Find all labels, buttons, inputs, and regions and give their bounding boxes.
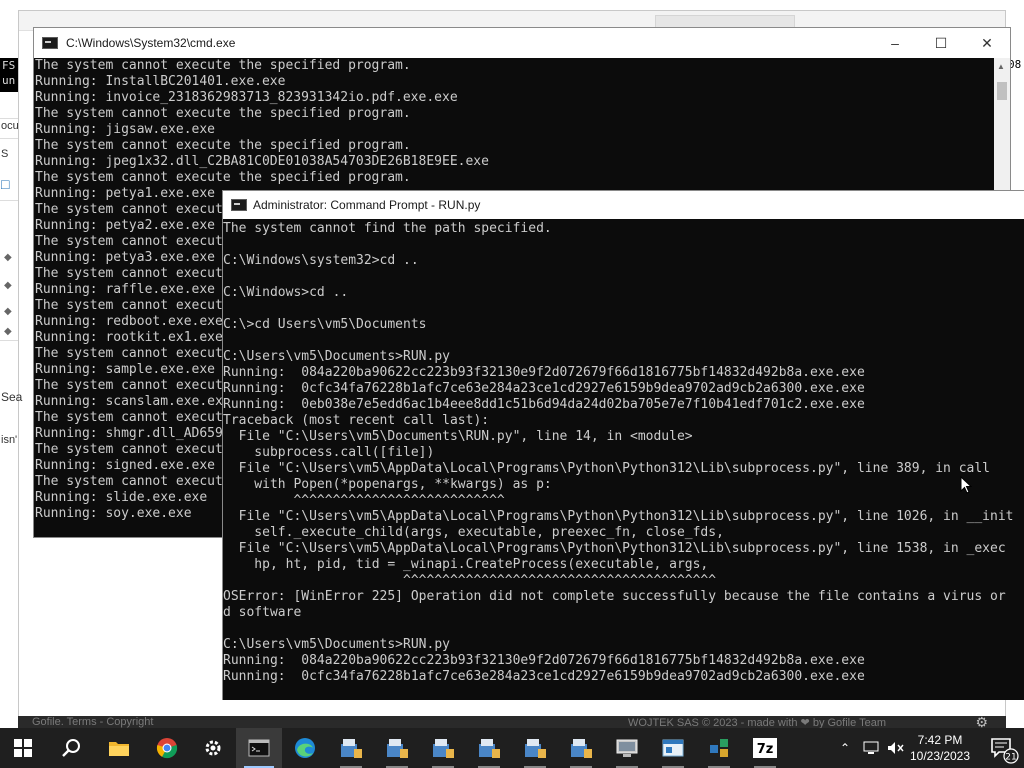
file-icon: □ (1, 176, 10, 192)
network-share-icon[interactable] (604, 728, 650, 768)
search-icon[interactable] (48, 728, 94, 768)
pin-icon[interactable]: ◆ (4, 326, 14, 337)
admin-console-output[interactable]: The system cannot find the path specifie… (223, 221, 1024, 699)
pin-icon[interactable]: ◆ (4, 280, 14, 291)
background-footer-left: Gofile. Terms - Copyright (32, 716, 154, 728)
taskbar-clock[interactable]: 7:42 PM 10/23/2023 (908, 732, 972, 766)
admin-line: ^^^^^^^^^^^^^^^^^^^^^^^^^^^ (223, 493, 505, 508)
left-fragment: isn' (1, 434, 18, 446)
7zip-label: 7z (757, 742, 774, 757)
mouse-cursor-icon (960, 476, 972, 494)
admin-line: File "C:\Users\vm5\AppData\Local\Program… (223, 509, 1014, 524)
installer-icon[interactable] (512, 728, 558, 768)
cmd-line: The system cannot execute the specified … (35, 106, 411, 121)
app-window-icon[interactable] (650, 728, 696, 768)
admin-line (223, 237, 1024, 253)
installer-icon[interactable] (374, 728, 420, 768)
cmd-window-titlebar[interactable]: C:\Windows\System32\cmd.exe – ☐ ✕ (34, 28, 1010, 58)
admin-line: Running: 084a220ba90622cc223b93f32130e9f… (223, 365, 865, 380)
admin-line (223, 301, 1024, 317)
console-icon (231, 199, 247, 211)
file-explorer-icon[interactable] (96, 728, 142, 768)
cmd-window-title: C:\Windows\System32\cmd.exe (66, 36, 236, 50)
admin-line: Running: 0cfc34fa76228b1afc7ce63e284a23c… (223, 669, 865, 684)
admin-line: C:\Windows>cd .. (223, 285, 349, 300)
left-fragment: Sea (1, 390, 23, 404)
admin-line: ^^^^^^^^^^^^^^^^^^^^^^^^^^^^^^^^^^^^^^^^ (223, 573, 717, 588)
taskbar: 7z ⌃ 7:42 PM 10/23/2023 21 (0, 728, 1024, 768)
network-icon[interactable] (858, 728, 884, 768)
clock-time: 7:42 PM (917, 733, 963, 747)
clock-date: 10/23/2023 (909, 749, 971, 763)
cmd-line: Running: jpeg1x32.dll_C2BA81C0DE01038A54… (35, 154, 489, 169)
cmd-line: The system cannot execute the specified … (35, 170, 411, 185)
admin-line: Traceback (most recent call last): (223, 413, 490, 428)
admin-line (223, 333, 1024, 349)
installer-icon[interactable] (328, 728, 374, 768)
admin-line: subprocess.call([file]) (223, 445, 435, 460)
background-left-strip: ocu S □ ◆ ◆ ◆ ◆ Sea isn' (0, 60, 22, 530)
pin-icon[interactable]: ◆ (4, 252, 14, 263)
notification-count: 21 (1005, 753, 1016, 763)
background-left-console-fragment: FS un (0, 58, 18, 92)
cmd-line: Running: invoice_2318362983713_823931342… (35, 90, 458, 105)
admin-line: d software (223, 605, 302, 620)
volume-muted-icon[interactable] (884, 728, 908, 768)
cmd-line: Running: jigsaw.exe.exe (35, 122, 216, 137)
registry-icon[interactable] (696, 728, 742, 768)
admin-line (223, 621, 1024, 637)
admin-line: C:\Users\vm5\Documents>RUN.py (223, 637, 450, 652)
cmd-line: Running: InstallBC201401.exe.exe (35, 74, 286, 89)
cmd-line: The system cannot execute the specified … (35, 58, 411, 73)
admin-line: with Popen(*popenargs, **kwargs) as p: (223, 477, 552, 492)
admin-line (223, 269, 1024, 285)
edge-icon[interactable] (282, 728, 328, 768)
minimize-button[interactable]: – (872, 28, 918, 58)
close-button[interactable]: ✕ (964, 28, 1010, 58)
installer-icon[interactable] (466, 728, 512, 768)
7zip-icon[interactable]: 7z (742, 728, 788, 768)
fragment-line: FS (2, 59, 16, 72)
admin-cmd-window[interactable]: Administrator: Command Prompt - RUN.py T… (222, 190, 1024, 700)
admin-line: C:\Windows\system32>cd .. (223, 253, 419, 268)
chevron-up-icon[interactable]: ⌃ (834, 728, 856, 768)
chrome-icon[interactable] (144, 728, 190, 768)
admin-line: File "C:\Users\vm5\AppData\Local\Program… (223, 541, 1006, 556)
admin-line: C:\>cd Users\vm5\Documents (223, 317, 427, 332)
maximize-button[interactable]: ☐ (918, 28, 964, 58)
left-fragment: S (1, 148, 9, 160)
admin-line: File "C:\Users\vm5\AppData\Local\Program… (223, 461, 991, 476)
admin-line: Running: 0cfc34fa76228b1afc7ce63e284a23c… (223, 381, 865, 396)
notification-center-icon[interactable]: 21 (982, 728, 1022, 768)
console-icon (42, 37, 58, 49)
windows-start-icon[interactable] (0, 728, 46, 768)
admin-line: Running: 0eb038e7e5edd6ac1b4eee8dd1c51b6… (223, 397, 865, 412)
admin-line: OSError: [WinError 225] Operation did no… (223, 589, 1006, 604)
admin-line: File "C:\Users\vm5\Documents\RUN.py", li… (223, 429, 693, 444)
admin-window-titlebar[interactable]: Administrator: Command Prompt - RUN.py (223, 191, 1024, 219)
admin-line: The system cannot find the path specifie… (223, 221, 552, 236)
admin-line: hp, ht, pid, tid = _winapi.CreateProcess… (223, 557, 709, 572)
installer-icon[interactable] (558, 728, 604, 768)
admin-window-title: Administrator: Command Prompt - RUN.py (253, 198, 481, 212)
left-fragment: ocu (1, 120, 19, 132)
cmd-line: The system cannot execute the specified … (35, 138, 411, 153)
admin-line: self._execute_child(args, executable, pr… (223, 525, 724, 540)
settings-icon[interactable] (190, 728, 236, 768)
admin-line: C:\Users\vm5\Documents>RUN.py (223, 349, 450, 364)
installer-icon[interactable] (420, 728, 466, 768)
admin-line: Running: 084a220ba90622cc223b93f32130e9f… (223, 653, 865, 668)
command-prompt-icon[interactable] (236, 728, 282, 768)
pin-icon[interactable]: ◆ (4, 306, 14, 317)
scrollbar-thumb[interactable] (997, 82, 1007, 100)
scroll-up-icon[interactable]: ▲ (997, 62, 1005, 71)
fragment-line: un (2, 74, 16, 87)
